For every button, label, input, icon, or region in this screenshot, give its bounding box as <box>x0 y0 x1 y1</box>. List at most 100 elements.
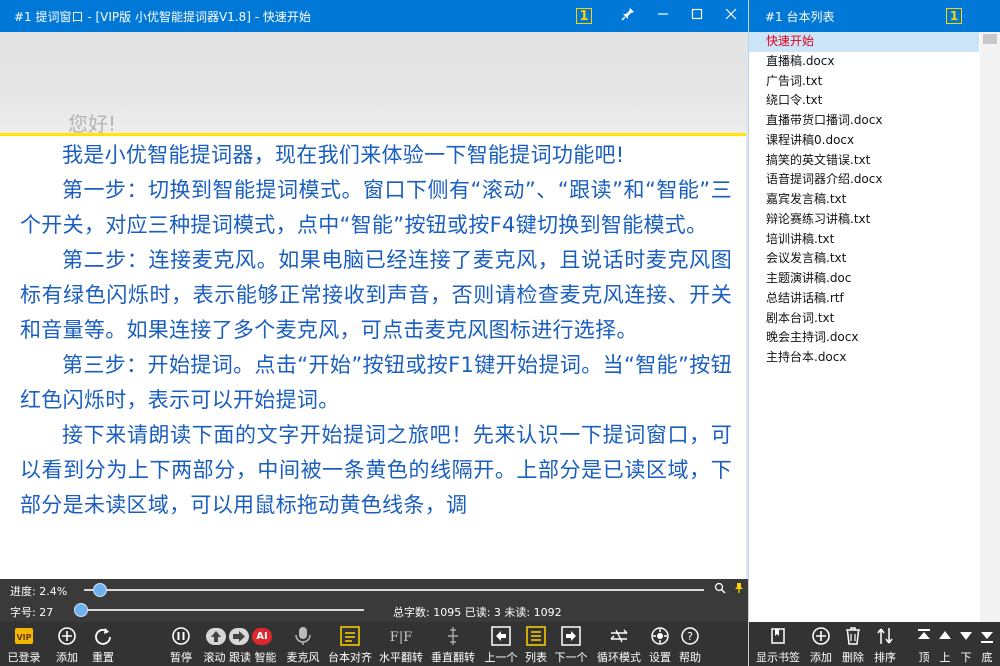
svg-text:F|F: F|F <box>390 630 412 645</box>
script-list-item[interactable]: 语音提词器介绍.docx <box>749 170 979 190</box>
vertical-flip-button[interactable]: 垂直翻转 <box>428 622 478 666</box>
trash-icon <box>846 627 860 645</box>
scroll-mode-toggle[interactable] <box>206 628 226 645</box>
loop-mode-button[interactable]: 循环模式 <box>594 622 644 666</box>
list-button[interactable]: 列表 <box>518 622 554 666</box>
scrollbar-thumb[interactable] <box>983 34 997 44</box>
align-script-button[interactable]: 台本对齐 <box>326 622 374 666</box>
move-top-button[interactable]: 顶 <box>913 622 935 666</box>
script-list-title-bar[interactable]: #1 台本列表 1 <box>749 0 1000 32</box>
plus-circle-icon <box>58 627 76 645</box>
pause-button[interactable]: 暂停 <box>162 622 200 666</box>
script-list-item[interactable]: 总结讲话稿.rtf <box>749 289 979 309</box>
align-icon <box>340 626 360 646</box>
paragraph: 第三步：开始提词。点击“开始”按钮或按F1键开始提词。当“智能”按钮红色闪烁时，… <box>20 353 732 412</box>
flip-horizontal-icon: F|F <box>390 630 412 645</box>
script-list-item[interactable]: 晚会主持词.docx <box>749 328 979 348</box>
move-up-button[interactable]: 上 <box>934 622 956 666</box>
script-list-item[interactable]: 嘉宾发言稿.txt <box>749 190 979 210</box>
add-script-button[interactable]: 添加 <box>805 622 837 666</box>
progress-label: 进度: 2.4% <box>10 585 68 598</box>
script-list-item[interactable]: 课程讲稿0.docx <box>749 131 979 151</box>
paragraph: 第一步：切换到智能提词模式。窗口下侧有“滚动”、“跟读”和“智能”三个开关，对应… <box>20 178 732 237</box>
vip-icon: VIP <box>15 628 33 644</box>
move-bottom-button[interactable]: 底 <box>976 622 998 666</box>
window-title: #1 提词窗口 - [VIP版 小优智能提词器V1.8] - 快速开始 <box>14 10 311 24</box>
script-list-item[interactable]: 剧本台词.txt <box>749 309 979 329</box>
script-list-item[interactable]: 绕口令.txt <box>749 91 979 111</box>
delete-script-button[interactable]: 删除 <box>837 622 869 666</box>
show-bookmark-button[interactable]: 显示书签 <box>751 622 805 666</box>
paragraph: 接下来请朗读下面的文字开始提词之旅吧！先来认识一下提词窗口，可以看到分为上下两部… <box>20 423 732 517</box>
script-list-panel: #1 台本列表 1 快速开始 直播稿.docx 广告词.txt 绕口令.txt 直播带货… <box>748 0 1000 666</box>
plus-circle-icon <box>812 627 830 645</box>
arrow-right-icon <box>233 631 245 642</box>
flip-vertical-icon <box>448 627 458 645</box>
move-up-icon <box>939 631 951 639</box>
pause-icon <box>172 627 190 645</box>
vip-login-button[interactable]: VIP 已登录 <box>4 622 44 666</box>
mode-switch-group[interactable]: AI 滚动 跟读 智能 <box>200 622 280 666</box>
script-list-scrollbar[interactable] <box>980 32 1000 622</box>
help-icon: ? <box>681 627 699 645</box>
list-icon <box>526 626 546 646</box>
word-stats: 总字数: 1095 已读: 3 未读: 1092 <box>393 606 562 619</box>
script-list-item[interactable]: 快速开始 <box>749 32 979 52</box>
minimize-icon[interactable] <box>646 8 680 24</box>
arrow-up-icon <box>211 631 221 642</box>
move-top-icon <box>918 629 930 639</box>
script-list-item[interactable]: 广告词.txt <box>749 72 979 92</box>
progress-slider-thumb[interactable] <box>92 583 107 597</box>
bookmark-icon <box>771 628 785 644</box>
prompt-area[interactable]: 您好! 我是小优智能提词器，现在我们来体验一下智能提词功能吧! 第一步：切换到智… <box>0 32 748 579</box>
prev-icon <box>491 626 511 646</box>
maximize-icon[interactable] <box>680 8 714 24</box>
font-size-label: 字号: 27 <box>10 606 54 619</box>
move-down-button[interactable]: 下 <box>955 622 977 666</box>
gear-icon <box>651 627 669 645</box>
prompter-title-bar[interactable]: #1 提词窗口 - [VIP版 小优智能提词器V1.8] - 快速开始 1 <box>0 0 748 32</box>
previous-button[interactable]: 上一个 <box>480 622 522 666</box>
list-number-badge[interactable]: 1 <box>946 8 962 24</box>
script-list-item[interactable]: 辩论赛练习讲稿.txt <box>749 210 979 230</box>
script-list-item[interactable]: 直播带货口播词.docx <box>749 111 979 131</box>
follow-mode-toggle[interactable] <box>229 628 249 645</box>
paragraph: 我是小优智能提词器，现在我们来体验一下智能提词功能吧! <box>62 143 625 167</box>
next-icon <box>561 626 581 646</box>
font-size-row: 字号: 27 总字数: 1095 已读: 3 未读: 1092 <box>0 600 748 622</box>
window-number-badge[interactable]: 1 <box>576 8 592 24</box>
script-list-item[interactable]: 主持台本.docx <box>749 348 979 368</box>
read-divider-line[interactable] <box>0 133 746 136</box>
horizontal-flip-button[interactable]: F|F 水平翻转 <box>376 622 426 666</box>
add-button[interactable]: 添加 <box>48 622 86 666</box>
progress-bar-row: 进度: 2.4% <box>0 579 748 600</box>
next-button[interactable]: 下一个 <box>550 622 592 666</box>
unread-text: 我是小优智能提词器，现在我们来体验一下智能提词功能吧! 第一步：切换到智能提词模… <box>20 138 732 523</box>
script-list-title: #1 台本列表 <box>765 10 835 24</box>
read-region: 您好! <box>0 32 746 136</box>
sort-button[interactable]: 排序 <box>869 622 901 666</box>
script-list-item[interactable]: 培训讲稿.txt <box>749 230 979 250</box>
script-list-item[interactable]: 搞笑的英文错误.txt <box>749 151 979 171</box>
script-list-item[interactable]: 会议发言稿.txt <box>749 249 979 269</box>
pin-icon[interactable] <box>733 582 745 597</box>
pin-icon[interactable] <box>610 7 646 25</box>
script-list-toolbar: 显示书签 添加 删除 排序 顶 上 下 底 <box>749 622 1000 666</box>
sort-icon <box>877 628 893 644</box>
smart-mode-toggle[interactable]: AI <box>252 628 272 645</box>
script-list-item[interactable]: 直播稿.docx <box>749 52 979 72</box>
reset-button[interactable]: 重置 <box>84 622 122 666</box>
microphone-button[interactable]: 麦克风 <box>282 622 324 666</box>
svg-text:?: ? <box>687 630 693 643</box>
refresh-icon <box>95 628 111 645</box>
paragraph: 第二步：连接麦克风。如果电脑已经连接了麦克风，且说话时麦克风图标有绿色闪烁时，表… <box>20 248 732 342</box>
help-button[interactable]: ? 帮助 <box>672 622 708 666</box>
search-icon[interactable] <box>714 582 726 597</box>
close-icon[interactable] <box>714 8 748 24</box>
font-size-slider-thumb[interactable] <box>74 603 88 617</box>
progress-track[interactable] <box>84 589 704 591</box>
script-list-item[interactable]: 主题演讲稿.doc <box>749 269 979 289</box>
script-list: 快速开始 直播稿.docx 广告词.txt 绕口令.txt 直播带货口播词.docx 课程… <box>749 32 979 368</box>
font-size-track[interactable] <box>80 609 364 611</box>
move-bottom-icon <box>981 632 993 643</box>
